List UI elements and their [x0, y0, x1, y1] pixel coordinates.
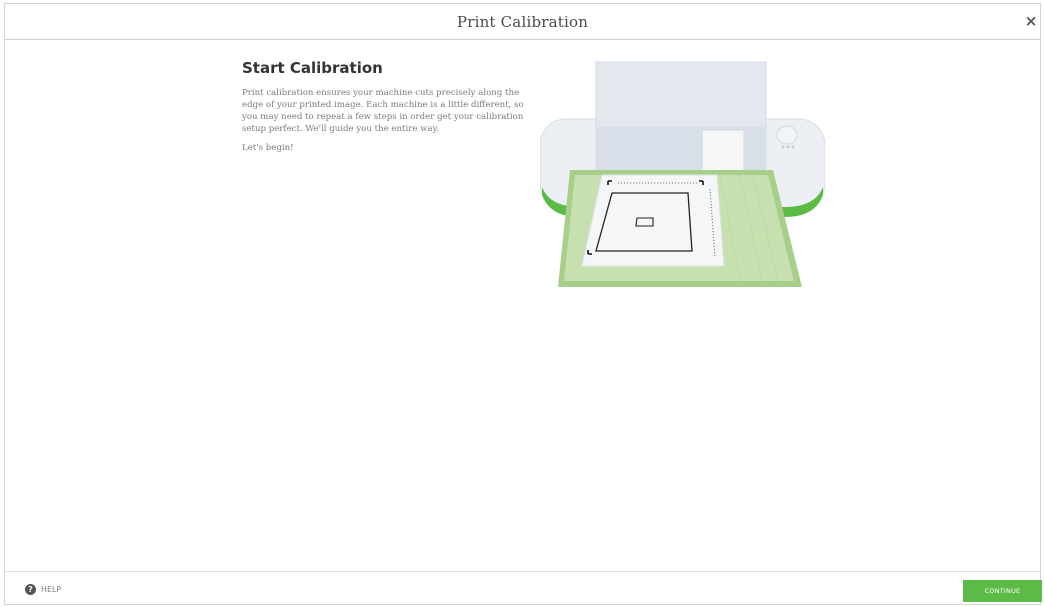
close-icon[interactable]: ×: [1022, 11, 1040, 31]
dialog: Print Calibration × Start Calibration Pr…: [4, 3, 1042, 605]
dialog-footer: ? HELP CONTINUE: [5, 571, 1042, 604]
begin-prompt: Let's begin!: [242, 143, 294, 153]
cutting-machine-illustration: [540, 61, 825, 287]
dialog-title: Print Calibration: [456, 12, 589, 31]
section-heading: Start Calibration: [242, 59, 383, 77]
continue-button[interactable]: CONTINUE: [963, 580, 1042, 602]
help-link[interactable]: ? HELP: [25, 584, 61, 595]
help-icon: ?: [25, 584, 36, 595]
intro-paragraph: Print calibration ensures your machine c…: [242, 88, 524, 134]
dialog-header: Print Calibration ×: [5, 4, 1040, 40]
intro-section: Start Calibration Print calibration ensu…: [242, 59, 532, 161]
help-label: HELP: [41, 585, 62, 594]
